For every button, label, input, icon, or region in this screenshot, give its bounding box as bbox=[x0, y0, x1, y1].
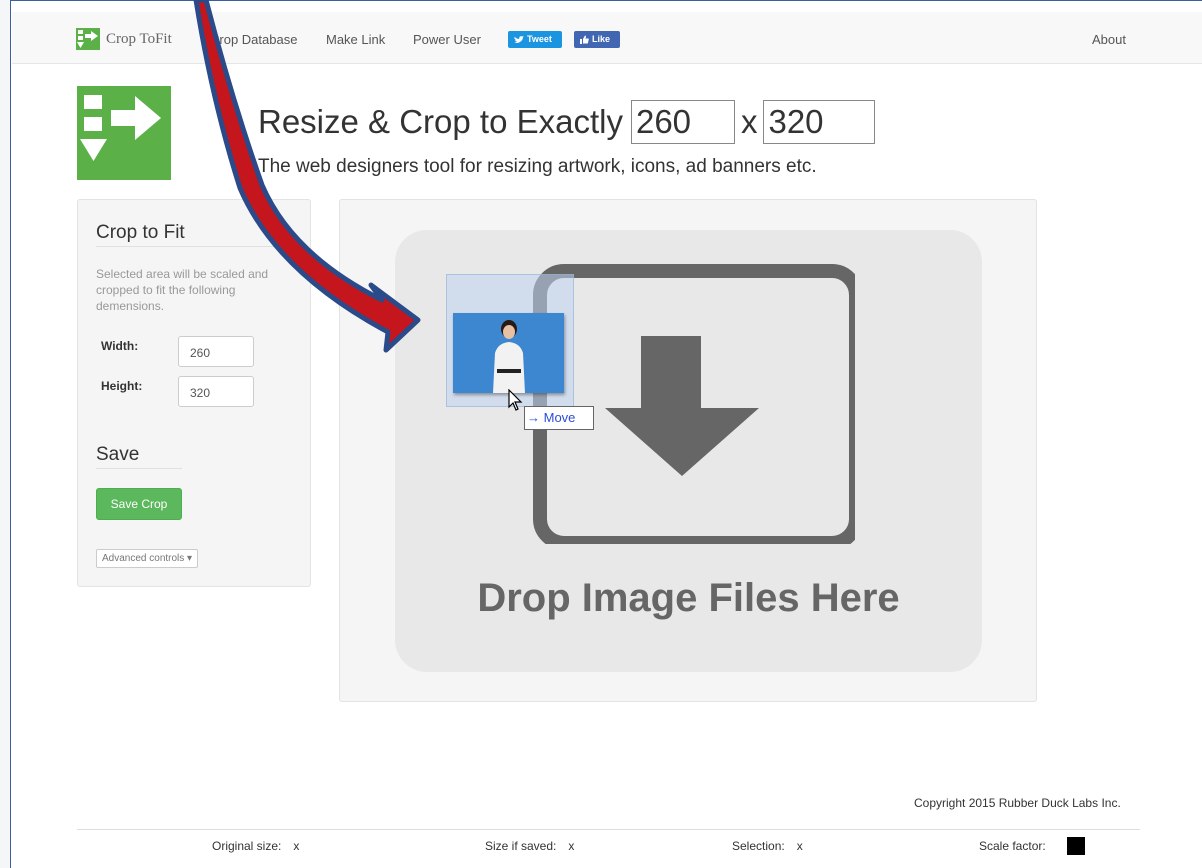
thumbs-up-icon bbox=[580, 35, 589, 44]
tweet-button[interactable]: Tweet bbox=[508, 31, 562, 48]
divider bbox=[96, 468, 182, 469]
height-input[interactable]: 320 bbox=[178, 376, 254, 407]
width-label: Width: bbox=[101, 339, 139, 353]
size-if-saved-label: Size if saved: bbox=[485, 839, 557, 853]
arrow-right-icon: → bbox=[527, 410, 540, 425]
drop-well: Drop Image Files Here bbox=[339, 199, 1037, 702]
like-button[interactable]: Like bbox=[574, 31, 620, 48]
selection-value: x bbox=[796, 839, 803, 853]
scale-factor-swatch bbox=[1067, 837, 1085, 855]
brand-link[interactable]: Crop ToFit bbox=[76, 28, 172, 50]
original-size-label: Original size: bbox=[212, 839, 282, 853]
app-logo-icon bbox=[77, 86, 171, 180]
save-crop-button[interactable]: Save Crop bbox=[96, 488, 182, 520]
scale-factor-stat: Scale factor: bbox=[979, 839, 1046, 853]
scale-factor-label: Scale factor: bbox=[979, 839, 1046, 853]
panel-title: Crop to Fit bbox=[96, 222, 185, 243]
advanced-controls-dropdown[interactable]: Advanced controls ▾ bbox=[96, 549, 199, 568]
page-title: Resize & Crop to Exactly 260 x 320 bbox=[258, 100, 881, 144]
height-label: Height: bbox=[101, 379, 143, 393]
brand-name: Crop ToFit bbox=[106, 30, 172, 47]
tweet-label: Tweet bbox=[527, 34, 552, 44]
size-if-saved-stat: Size if saved: x bbox=[485, 839, 574, 853]
width-input[interactable]: 260 bbox=[178, 336, 254, 367]
selection-stat: Selection: x bbox=[732, 839, 803, 853]
divider bbox=[96, 246, 294, 247]
nav-power-user[interactable]: Power User bbox=[413, 32, 481, 47]
original-size-value: x bbox=[293, 839, 300, 853]
selection-label: Selection: bbox=[732, 839, 785, 853]
dragged-image-thumbnail bbox=[453, 313, 564, 393]
page-subtitle: The web designers tool for resizing artw… bbox=[258, 156, 817, 177]
target-height-input[interactable]: 320 bbox=[763, 100, 876, 144]
nav-about[interactable]: About bbox=[1092, 32, 1126, 47]
crop-settings-panel: Crop to Fit Selected area will be scaled… bbox=[77, 199, 311, 587]
drop-zone-text: Drop Image Files Here bbox=[477, 576, 900, 620]
twitter-bird-icon bbox=[514, 35, 524, 43]
dimension-separator: x bbox=[740, 103, 758, 140]
like-label: Like bbox=[592, 34, 611, 44]
target-width-input[interactable]: 260 bbox=[630, 100, 735, 144]
navbar: Crop ToFit Crop Database Make Link Power… bbox=[12, 12, 1202, 64]
brand-logo-icon bbox=[76, 28, 100, 50]
panel-description: Selected area will be scaled and cropped… bbox=[96, 267, 269, 313]
title-text: Resize & Crop to Exactly bbox=[258, 103, 623, 140]
person-photo bbox=[453, 313, 564, 393]
nav-crop-database[interactable]: Crop Database bbox=[210, 32, 297, 47]
window-left-border bbox=[0, 0, 11, 868]
drag-move-tooltip: → Move bbox=[524, 406, 594, 430]
size-if-saved-value: x bbox=[568, 839, 575, 853]
nav-make-link[interactable]: Make Link bbox=[326, 32, 385, 47]
original-size-stat: Original size: x bbox=[212, 839, 299, 853]
save-section-title: Save bbox=[96, 444, 140, 465]
download-tray-icon bbox=[533, 264, 855, 544]
footer-divider bbox=[77, 829, 1140, 830]
mouse-cursor-icon bbox=[508, 389, 523, 411]
move-label: Move bbox=[543, 410, 576, 425]
copyright-text: Copyright 2015 Rubber Duck Labs Inc. bbox=[914, 796, 1121, 810]
window-top-border bbox=[0, 0, 1202, 12]
